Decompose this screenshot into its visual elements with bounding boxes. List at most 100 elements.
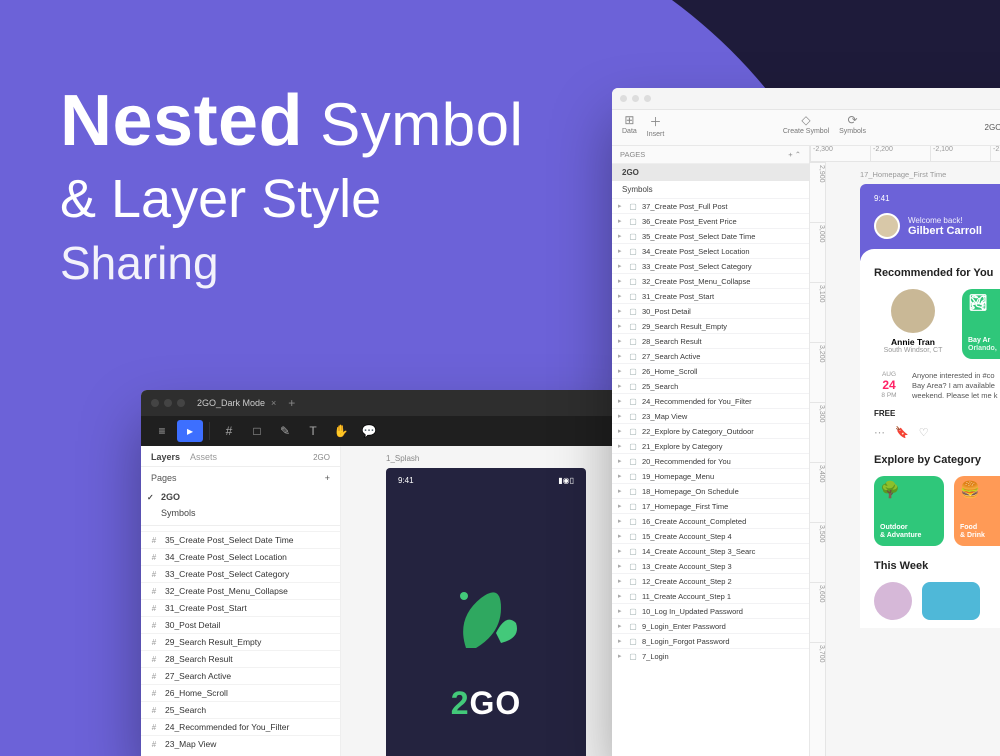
category-card[interactable]: 🍔 Food& Drink xyxy=(954,476,1000,546)
layer-row[interactable]: ▸▢13_Create Account_Step 3 xyxy=(612,558,809,573)
category-card[interactable]: 🏞 Bay Ar Orlando, xyxy=(962,289,1000,359)
chevron-right-icon[interactable]: ▸ xyxy=(618,247,624,255)
chevron-right-icon[interactable]: ▸ xyxy=(618,232,624,240)
chevron-right-icon[interactable]: ▸ xyxy=(618,622,624,630)
heart-icon[interactable]: ♡ xyxy=(919,426,929,440)
layer-row[interactable]: #34_Create Post_Select Location xyxy=(141,548,340,565)
chevron-right-icon[interactable]: ▸ xyxy=(618,502,624,510)
menu-icon[interactable]: ≡ xyxy=(149,420,175,442)
page-item[interactable]: Symbols xyxy=(141,505,340,521)
chevron-right-icon[interactable]: ▸ xyxy=(618,427,624,435)
layer-row[interactable]: ▸▢12_Create Account_Step 2 xyxy=(612,573,809,588)
layer-row[interactable]: ▸▢19_Homepage_Menu xyxy=(612,468,809,483)
chevron-right-icon[interactable]: ▸ xyxy=(618,337,624,345)
chevron-right-icon[interactable]: ▸ xyxy=(618,532,624,540)
layer-row[interactable]: ▸▢36_Create Post_Event Price xyxy=(612,213,809,228)
layer-row[interactable]: ▸▢27_Search Active xyxy=(612,348,809,363)
chevron-right-icon[interactable]: ▸ xyxy=(618,472,624,480)
layer-row[interactable]: ▸▢8_Login_Forgot Password xyxy=(612,633,809,648)
chevron-right-icon[interactable]: ▸ xyxy=(618,262,624,270)
chevron-right-icon[interactable]: ▸ xyxy=(618,457,624,465)
data-tool[interactable]: ⊞Data xyxy=(622,113,637,138)
chevron-right-icon[interactable]: ▸ xyxy=(618,202,624,210)
chevron-right-icon[interactable]: ▸ xyxy=(618,592,624,600)
layer-row[interactable]: ▸▢31_Create Post_Start xyxy=(612,288,809,303)
symbols-tool[interactable]: ⟳Symbols xyxy=(839,113,866,135)
chevron-right-icon[interactable]: ▸ xyxy=(618,397,624,405)
add-page-icon[interactable]: + xyxy=(325,473,330,483)
layer-row[interactable]: ▸▢14_Create Account_Step 3_Searc xyxy=(612,543,809,558)
frame-tool[interactable]: # xyxy=(216,420,242,442)
layer-row[interactable]: ▸▢16_Create Account_Completed xyxy=(612,513,809,528)
chevron-right-icon[interactable]: ▸ xyxy=(618,487,624,495)
chevron-right-icon[interactable]: ▸ xyxy=(618,307,624,315)
chevron-right-icon[interactable]: ▸ xyxy=(618,367,624,375)
layer-row[interactable]: ▸▢35_Create Post_Select Date Time xyxy=(612,228,809,243)
page-item[interactable]: 2GO xyxy=(612,164,809,181)
chevron-right-icon[interactable]: ▸ xyxy=(618,607,624,615)
page-item[interactable]: 2GO xyxy=(141,489,340,505)
chevron-right-icon[interactable]: ▸ xyxy=(618,292,624,300)
layer-row[interactable]: ▸▢33_Create Post_Select Category xyxy=(612,258,809,273)
layer-row[interactable]: #32_Create Post_Menu_Collapse xyxy=(141,582,340,599)
layer-row[interactable]: ▸▢20_Recommended for You xyxy=(612,453,809,468)
insert-tool[interactable]: ＋Insert xyxy=(647,113,665,138)
layer-row[interactable]: ▸▢29_Search Result_Empty xyxy=(612,318,809,333)
layer-row[interactable]: ▸▢34_Create Post_Select Location xyxy=(612,243,809,258)
layer-row[interactable]: ▸▢17_Homepage_First Time xyxy=(612,498,809,513)
layer-row[interactable]: ▸▢32_Create Post_Menu_Collapse xyxy=(612,273,809,288)
user-avatar[interactable] xyxy=(874,213,900,239)
person-card[interactable]: Annie Tran South Windsor, CT xyxy=(874,289,952,359)
move-tool[interactable]: ▸ xyxy=(177,420,203,442)
collapse-pages-icon[interactable]: ⌃ xyxy=(795,150,801,159)
layer-row[interactable]: ▸▢30_Post Detail xyxy=(612,303,809,318)
shape-tool[interactable]: □ xyxy=(244,420,270,442)
layer-row[interactable]: ▸▢15_Create Account_Step 4 xyxy=(612,528,809,543)
traffic-lights[interactable] xyxy=(151,399,185,407)
layer-row[interactable]: #28_Search Result xyxy=(141,650,340,667)
light-canvas[interactable]: -2,300-2,200-2,100-2,000 2,9003,0003,100… xyxy=(810,146,1000,756)
layer-row[interactable]: #27_Search Active xyxy=(141,667,340,684)
layer-row[interactable]: ▸▢9_Login_Enter Password xyxy=(612,618,809,633)
layer-row[interactable]: #24_Recommended for You_Filter xyxy=(141,718,340,735)
layer-row[interactable]: #25_Search xyxy=(141,701,340,718)
pen-tool[interactable]: ✎ xyxy=(272,420,298,442)
layer-row[interactable]: ▸▢7_Login xyxy=(612,648,809,663)
phone-artboard[interactable]: 9:41 ▮◉▯ 2GO xyxy=(386,468,586,756)
layer-row[interactable]: ▸▢11_Create Account_Step 1 xyxy=(612,588,809,603)
more-icon[interactable]: ⋯ xyxy=(874,426,885,440)
dark-canvas[interactable]: 1_Splash 9:41 ▮◉▯ 2GO xyxy=(341,446,631,756)
chevron-right-icon[interactable]: ▸ xyxy=(618,277,624,285)
comment-tool[interactable]: 💬 xyxy=(356,420,382,442)
text-tool[interactable]: T xyxy=(300,420,326,442)
chevron-right-icon[interactable]: ▸ xyxy=(618,322,624,330)
layer-row[interactable]: #26_Home_Scroll xyxy=(141,684,340,701)
layer-row[interactable]: ▸▢10_Log In_Updated Password xyxy=(612,603,809,618)
layer-row[interactable]: ▸▢26_Home_Scroll xyxy=(612,363,809,378)
week-card[interactable] xyxy=(922,582,980,620)
layer-row[interactable]: ▸▢22_Explore by Category_Outdoor xyxy=(612,423,809,438)
chevron-right-icon[interactable]: ▸ xyxy=(618,547,624,555)
layer-row[interactable]: #35_Create Post_Select Date Time xyxy=(141,531,340,548)
layer-row[interactable]: ▸▢24_Recommended for You_Filter xyxy=(612,393,809,408)
layers-tab[interactable]: Layers xyxy=(151,452,180,462)
layer-row[interactable]: #31_Create Post_Start xyxy=(141,599,340,616)
chevron-right-icon[interactable]: ▸ xyxy=(618,352,624,360)
post-item[interactable]: AUG 24 8 PM Anyone interested in #co Bay… xyxy=(874,371,1000,401)
assets-tab[interactable]: Assets xyxy=(190,452,217,462)
bookmark-icon[interactable]: 🔖 xyxy=(895,426,909,440)
homepage-artboard[interactable]: 9:41 ••• Welcome back! Gilbert Carroll xyxy=(860,184,1000,628)
layer-row[interactable]: ▸▢28_Search Result xyxy=(612,333,809,348)
chevron-right-icon[interactable]: ▸ xyxy=(618,382,624,390)
add-page-icon[interactable]: + xyxy=(788,150,792,159)
page-item[interactable]: Symbols xyxy=(612,181,809,198)
layer-row[interactable]: ▸▢37_Create Post_Full Post xyxy=(612,198,809,213)
close-tab-icon[interactable]: × xyxy=(271,398,276,408)
person-avatar[interactable] xyxy=(874,582,912,620)
chevron-right-icon[interactable]: ▸ xyxy=(618,442,624,450)
layer-row[interactable]: ▸▢23_Map View xyxy=(612,408,809,423)
layer-row[interactable]: ▸▢18_Homepage_On Schedule xyxy=(612,483,809,498)
new-tab-icon[interactable]: + xyxy=(288,396,295,410)
hand-tool[interactable]: ✋ xyxy=(328,420,354,442)
chevron-right-icon[interactable]: ▸ xyxy=(618,412,624,420)
